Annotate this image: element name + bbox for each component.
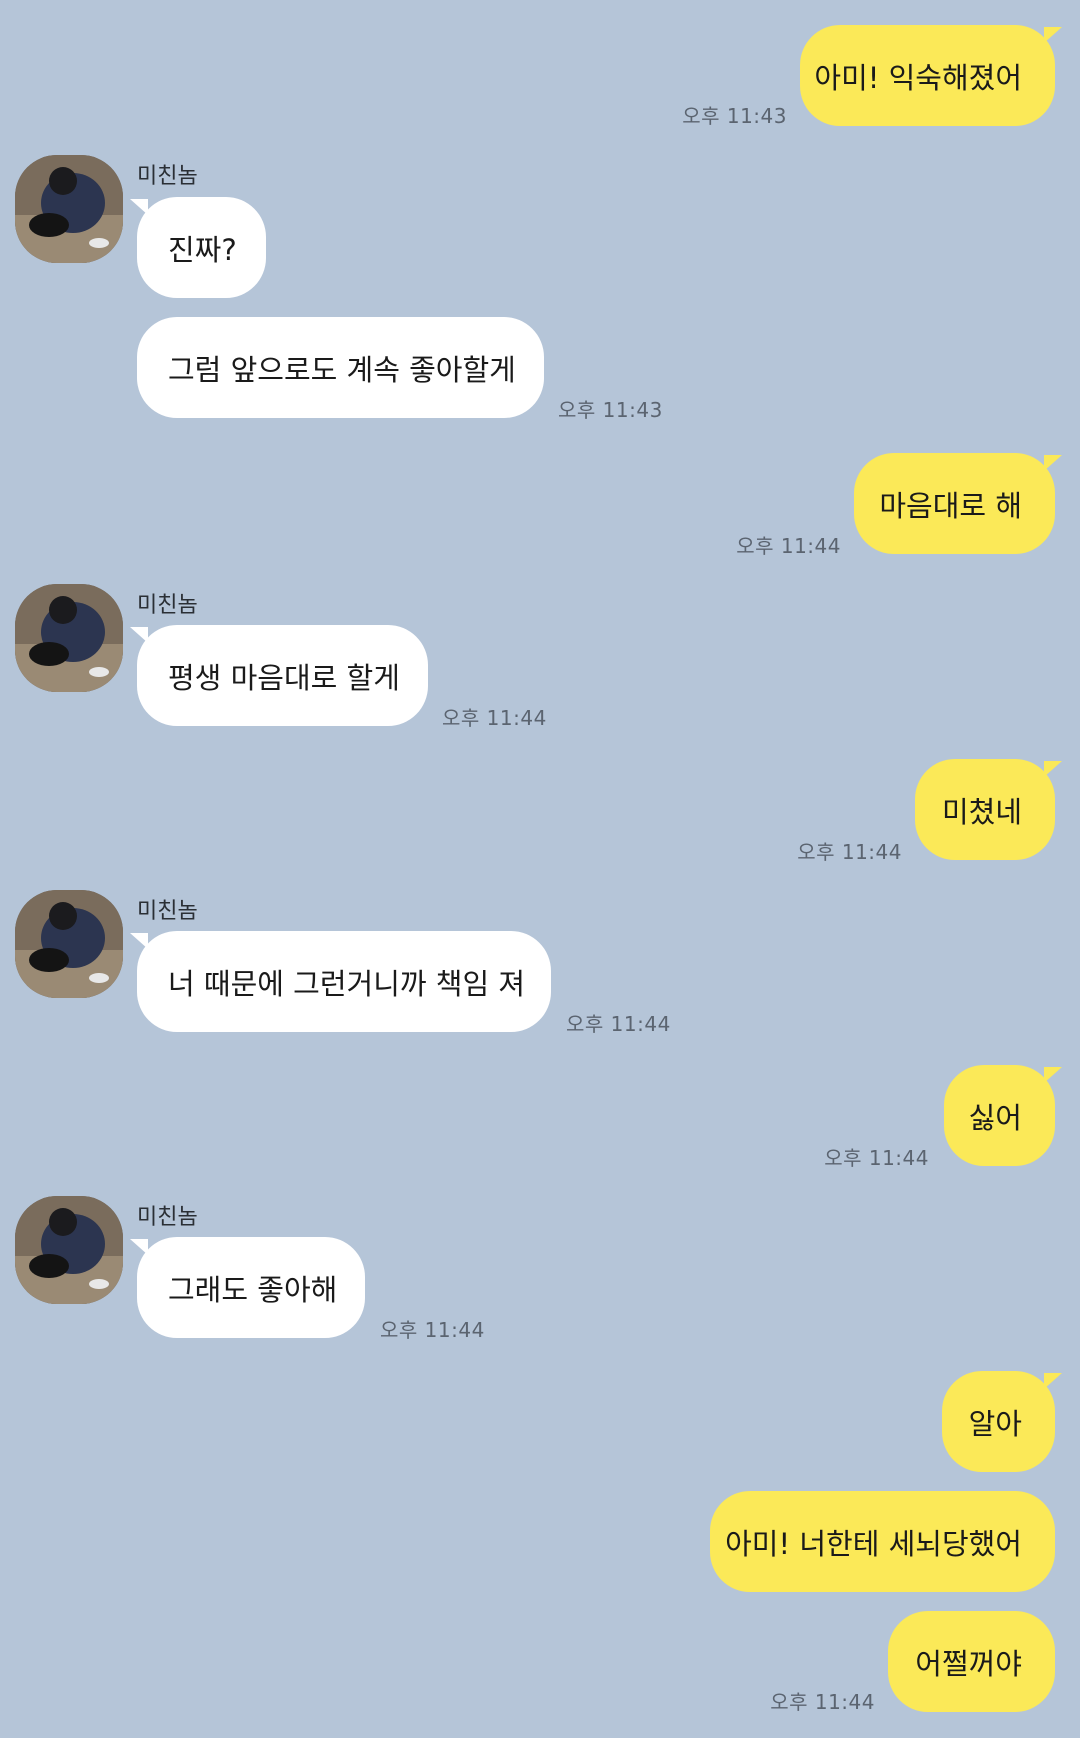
avatar-photo-icon xyxy=(15,584,123,692)
message-text: 어쩔꺼야 xyxy=(915,1646,1022,1681)
sender-name: 미친놈 xyxy=(137,1205,198,1230)
avatar-photo-icon xyxy=(15,890,123,998)
bubble-tail xyxy=(130,933,148,949)
message-timestamp: 오후 11:44 xyxy=(380,1318,485,1342)
my-message-bubble[interactable]: 아미! 익숙해졌어 xyxy=(800,25,1055,126)
bubble-tail xyxy=(1044,27,1062,43)
message-timestamp: 오후 11:44 xyxy=(442,706,547,730)
bubble-tail xyxy=(1044,1067,1062,1083)
their-message-bubble[interactable]: 진짜? xyxy=(137,197,266,298)
message-text: 평생 마음대로 할게 xyxy=(168,660,400,695)
their-message-bubble[interactable]: 너 때문에 그런거니까 책임 져 xyxy=(137,931,551,1032)
message-text: 마음대로 해 xyxy=(879,488,1022,523)
my-message-bubble[interactable]: 알아 xyxy=(942,1371,1055,1472)
my-message-bubble[interactable]: 아미! 너한테 세뇌당했어 xyxy=(710,1491,1055,1592)
their-message-bubble[interactable]: 그럼 앞으로도 계속 좋아할게 xyxy=(137,317,544,418)
bubble-tail xyxy=(1044,761,1062,777)
avatar-photo-icon xyxy=(15,155,123,263)
avatar-photo-icon xyxy=(15,1196,123,1304)
message-text: 그럼 앞으로도 계속 좋아할게 xyxy=(168,352,516,387)
my-message-bubble[interactable]: 싫어 xyxy=(944,1065,1055,1166)
sender-name: 미친놈 xyxy=(137,164,198,189)
message-text: 아미! 익숙해졌어 xyxy=(814,60,1022,95)
their-message-bubble[interactable]: 평생 마음대로 할게 xyxy=(137,625,428,726)
message-timestamp: 오후 11:44 xyxy=(770,1690,875,1714)
message-text: 그래도 좋아해 xyxy=(168,1272,338,1307)
message-timestamp: 오후 11:44 xyxy=(797,840,902,864)
sender-name: 미친놈 xyxy=(137,899,198,924)
partner-avatar[interactable] xyxy=(15,1196,123,1304)
partner-avatar[interactable] xyxy=(15,890,123,998)
my-message-bubble[interactable]: 어쩔꺼야 xyxy=(888,1611,1055,1712)
partner-avatar[interactable] xyxy=(15,584,123,692)
message-text: 너 때문에 그런거니까 책임 져 xyxy=(168,966,526,1001)
my-message-bubble[interactable]: 마음대로 해 xyxy=(854,453,1055,554)
bubble-tail xyxy=(130,627,148,643)
message-timestamp: 오후 11:44 xyxy=(736,534,841,558)
message-text: 알아 xyxy=(968,1406,1022,1441)
sender-name: 미친놈 xyxy=(137,593,198,618)
bubble-tail xyxy=(130,199,148,215)
message-timestamp: 오후 11:44 xyxy=(824,1146,929,1170)
message-timestamp: 오후 11:43 xyxy=(682,104,787,128)
message-text: 미쳤네 xyxy=(941,794,1022,829)
message-text: 싫어 xyxy=(968,1100,1022,1135)
their-message-bubble[interactable]: 그래도 좋아해 xyxy=(137,1237,365,1338)
bubble-tail xyxy=(1044,455,1062,471)
bubble-tail xyxy=(1044,1373,1062,1389)
partner-avatar[interactable] xyxy=(15,155,123,263)
bubble-tail xyxy=(130,1239,148,1255)
message-timestamp: 오후 11:43 xyxy=(558,398,663,422)
my-message-bubble[interactable]: 미쳤네 xyxy=(915,759,1055,860)
message-text: 아미! 너한테 세뇌당했어 xyxy=(725,1526,1022,1561)
message-text: 진짜? xyxy=(168,232,237,267)
message-timestamp: 오후 11:44 xyxy=(566,1012,671,1036)
